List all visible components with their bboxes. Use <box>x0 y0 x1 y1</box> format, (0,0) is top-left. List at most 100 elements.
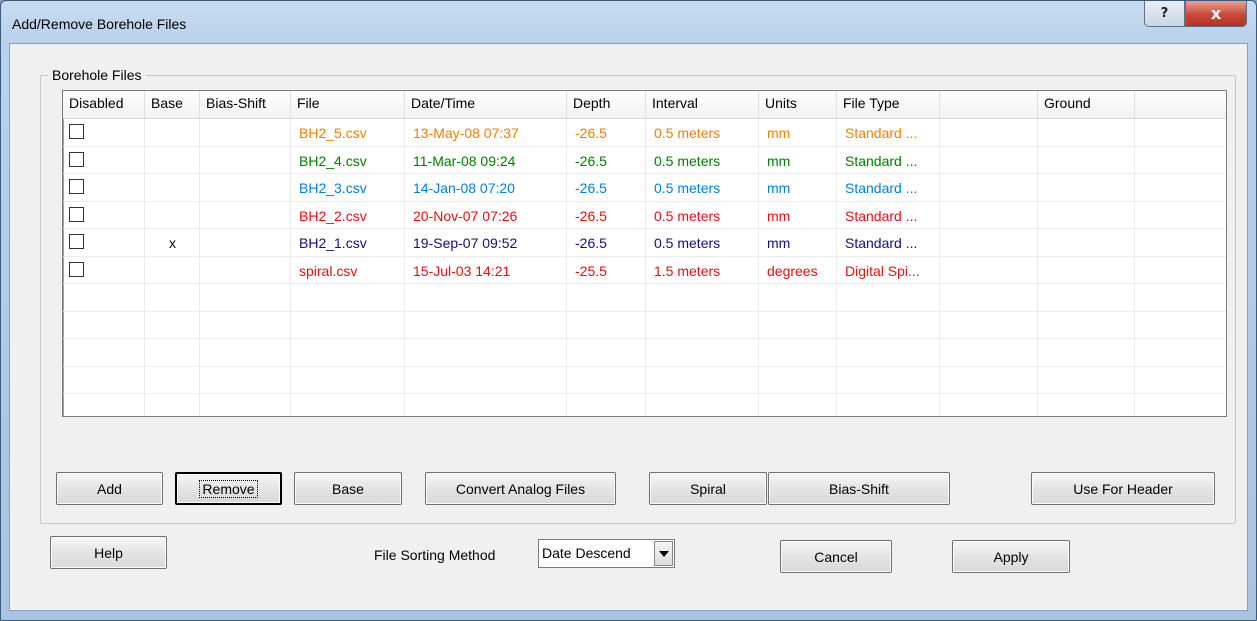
column-header[interactable]: Date/Time <box>405 91 567 118</box>
cell-filetype <box>837 339 940 366</box>
cell-units: mm <box>759 201 837 228</box>
file-row[interactable]: BH2_3.csv 14-Jan-08 07:20 -26.5 0.5 meters m… <box>63 174 1226 202</box>
list-rows: BH2_5.csv 13-May-08 07:37 -26.5 0.5 meters m… <box>63 119 1226 416</box>
cell-disabled <box>63 256 145 283</box>
bias-shift-button-label: Bias-Shift <box>829 480 889 497</box>
convert-analog-files-button[interactable]: Convert Analog Files <box>425 472 616 505</box>
cell-depth: -25.5 <box>567 256 646 283</box>
column-header[interactable]: Interval <box>646 91 759 118</box>
file-row[interactable]: spiral.csv 15-Jul-03 14:21 -25.5 1.5 meters… <box>63 256 1226 284</box>
file-row[interactable]: x BH2_1.csv 19-Sep-07 09:52 -26.5 0.5 meters… <box>63 229 1226 257</box>
use-for-header-button[interactable]: Use For Header <box>1031 472 1215 505</box>
cell-base <box>145 284 200 311</box>
cell-datetime: 13-May-08 07:37 <box>405 119 567 146</box>
column-header[interactable]: File Type <box>837 91 940 118</box>
cell-depth: -26.5 <box>567 229 646 256</box>
cell-bias <box>200 256 291 283</box>
chevron-down-icon <box>658 550 669 557</box>
cell-units: degrees <box>759 256 837 283</box>
cell-datetime <box>405 394 567 416</box>
window-title: Add/Remove Borehole Files <box>12 16 187 32</box>
cell-interval: 1.5 meters <box>646 256 759 283</box>
cell-datetime: 15-Jul-03 14:21 <box>405 256 567 283</box>
cancel-button[interactable]: Cancel <box>780 540 892 573</box>
base-button[interactable]: Base <box>294 472 402 505</box>
apply-button-label: Apply <box>993 548 1029 565</box>
cell-disabled <box>63 311 145 338</box>
help-button[interactable]: Help <box>50 536 167 569</box>
cell-interval <box>646 366 759 393</box>
spiral-button[interactable]: Spiral <box>649 472 767 505</box>
cell-file: BH2_4.csv <box>291 146 405 173</box>
column-header[interactable]: Ground <box>1038 91 1135 118</box>
cell-extra <box>1135 257 1226 284</box>
cell-datetime <box>405 339 567 366</box>
help-caption-button[interactable]: ? <box>1144 1 1185 27</box>
disabled-checkbox[interactable] <box>69 234 84 249</box>
empty-row <box>63 311 1226 339</box>
dropdown-button[interactable] <box>654 541 673 566</box>
cell-disabled <box>63 339 145 366</box>
disabled-checkbox[interactable] <box>69 206 84 222</box>
dialog-client-area: Borehole Files Disabled Base Bias-Shift Fil… <box>9 43 1248 611</box>
base-button-label: Base <box>332 480 364 497</box>
cell-filetype: Standard ... <box>837 146 940 173</box>
cell-base: x <box>145 229 200 256</box>
cell-units <box>759 284 837 311</box>
borehole-files-list[interactable]: Disabled Base Bias-Shift File Date/Time Depth… <box>62 90 1227 417</box>
disabled-checkbox[interactable] <box>69 179 84 194</box>
cell-ground <box>1038 311 1135 338</box>
bias-shift-button[interactable]: Bias-Shift <box>768 472 950 505</box>
disabled-checkbox[interactable] <box>69 124 84 139</box>
column-header[interactable]: Bias-Shift <box>200 91 291 118</box>
cell-blank <box>940 284 1038 311</box>
cell-file <box>291 394 405 416</box>
cell-base <box>145 146 200 173</box>
cell-depth <box>567 394 646 416</box>
cell-units: mm <box>759 119 837 146</box>
file-row[interactable]: BH2_2.csv 20-Nov-07 07:26 -26.5 0.5 meters m… <box>63 201 1226 229</box>
column-header[interactable]: Depth <box>567 91 646 118</box>
file-row[interactable]: BH2_5.csv 13-May-08 07:37 -26.5 0.5 meters m… <box>63 119 1226 147</box>
title-bar[interactable]: Add/Remove Borehole Files ? x <box>1 1 1256 43</box>
cell-bias <box>200 229 291 256</box>
add-button[interactable]: Add <box>56 472 163 505</box>
cell-extra <box>1135 312 1226 339</box>
cell-units: mm <box>759 229 837 256</box>
cell-blank <box>940 394 1038 416</box>
cell-file <box>291 339 405 366</box>
file-row[interactable]: BH2_4.csv 11-Mar-08 09:24 -26.5 0.5 meters m… <box>63 146 1226 174</box>
cell-units <box>759 394 837 416</box>
cell-blank <box>940 146 1038 173</box>
cell-file: BH2_3.csv <box>291 174 405 201</box>
disabled-checkbox[interactable] <box>69 151 84 167</box>
cell-ground <box>1038 174 1135 201</box>
cell-extra <box>1135 229 1226 256</box>
column-header[interactable]: Disabled <box>63 91 145 118</box>
apply-button[interactable]: Apply <box>952 540 1070 573</box>
cell-base <box>145 119 200 146</box>
remove-button[interactable]: Remove <box>175 472 282 505</box>
cell-interval: 0.5 meters <box>646 119 759 146</box>
column-header[interactable]: Base <box>145 91 200 118</box>
cell-disabled <box>63 119 145 146</box>
cell-blank <box>940 201 1038 228</box>
column-header[interactable] <box>940 91 1038 118</box>
cell-datetime <box>405 284 567 311</box>
column-header[interactable] <box>1135 91 1226 118</box>
cell-units: mm <box>759 146 837 173</box>
column-header[interactable]: Units <box>759 91 837 118</box>
cell-extra <box>1135 339 1226 366</box>
file-sorting-value: Date Descend <box>542 545 631 561</box>
cell-extra <box>1135 284 1226 311</box>
cell-bias <box>200 339 291 366</box>
cell-interval: 0.5 meters <box>646 174 759 201</box>
disabled-checkbox[interactable] <box>69 261 84 277</box>
cancel-button-label: Cancel <box>814 548 858 565</box>
column-header[interactable]: File <box>291 91 405 118</box>
cell-interval: 0.5 meters <box>646 146 759 173</box>
cell-file <box>291 311 405 338</box>
file-sorting-select[interactable]: Date Descend <box>538 539 675 568</box>
close-button[interactable]: x <box>1185 1 1247 27</box>
cell-ground <box>1038 284 1135 311</box>
